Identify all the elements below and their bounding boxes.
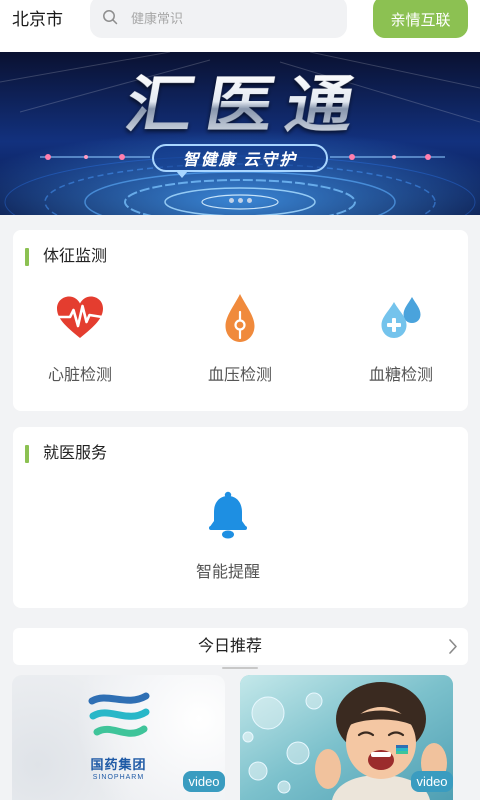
- family-connect-button[interactable]: 亲情互联: [373, 0, 468, 38]
- heart-check-label: 心脏检测: [47, 367, 112, 384]
- slide-dot[interactable]: [228, 198, 234, 203]
- recommend-video-card[interactable]: video: [240, 675, 453, 800]
- banner-pagination: [0, 198, 480, 204]
- video-badge: video: [183, 771, 225, 792]
- blood-sugar-check-label: 血糖检测: [368, 367, 433, 384]
- medical-service-title: 就医服务: [43, 445, 108, 462]
- recommend-title: 今日推荐: [197, 638, 262, 655]
- blood-pressure-check-button[interactable]: 血压检测: [180, 290, 300, 390]
- medical-service-card: 就医服务 智能提醒: [13, 427, 468, 608]
- video-badge: video: [411, 771, 453, 792]
- vitals-title: 体征监测: [43, 248, 108, 265]
- vitals-card: 体征监测 心脏检测 血压检测 血糖检测: [13, 230, 468, 411]
- city-selector[interactable]: 北京市: [12, 8, 63, 32]
- blood-sugar-check-button[interactable]: 血糖检测: [341, 290, 461, 390]
- recommend-video-card[interactable]: 国药集团 SINOPHARM video: [12, 675, 225, 800]
- search-placeholder: 健康常识: [131, 11, 184, 26]
- search-input[interactable]: 健康常识: [90, 0, 347, 38]
- recommend-header[interactable]: 今日推荐: [13, 628, 468, 665]
- smart-reminder-button[interactable]: 智能提醒: [168, 487, 288, 587]
- banner[interactable]: 汇医通 智健康 云守护: [0, 52, 480, 215]
- slide-dot[interactable]: [237, 198, 243, 203]
- bell-icon: [168, 487, 288, 543]
- section-marker: [25, 248, 29, 266]
- blood-drop-icon: [180, 290, 300, 346]
- blood-pressure-check-label: 血压检测: [207, 367, 272, 384]
- tab-indicator: [222, 667, 258, 669]
- section-marker: [25, 445, 29, 463]
- search-icon: [102, 9, 118, 30]
- slide-dot[interactable]: [246, 198, 252, 203]
- banner-slogan: 智健康 云守护: [152, 144, 328, 178]
- smart-reminder-label: 智能提醒: [195, 564, 260, 581]
- chevron-right-icon[interactable]: [448, 638, 458, 655]
- banner-title: 汇医通: [0, 70, 480, 142]
- sinopharm-logo-icon: [88, 692, 150, 737]
- cheek-sticker: [396, 745, 408, 754]
- water-drops-plus-icon: [341, 290, 461, 346]
- heart-check-button[interactable]: 心脏检测: [20, 290, 140, 390]
- heart-pulse-icon: [20, 290, 140, 346]
